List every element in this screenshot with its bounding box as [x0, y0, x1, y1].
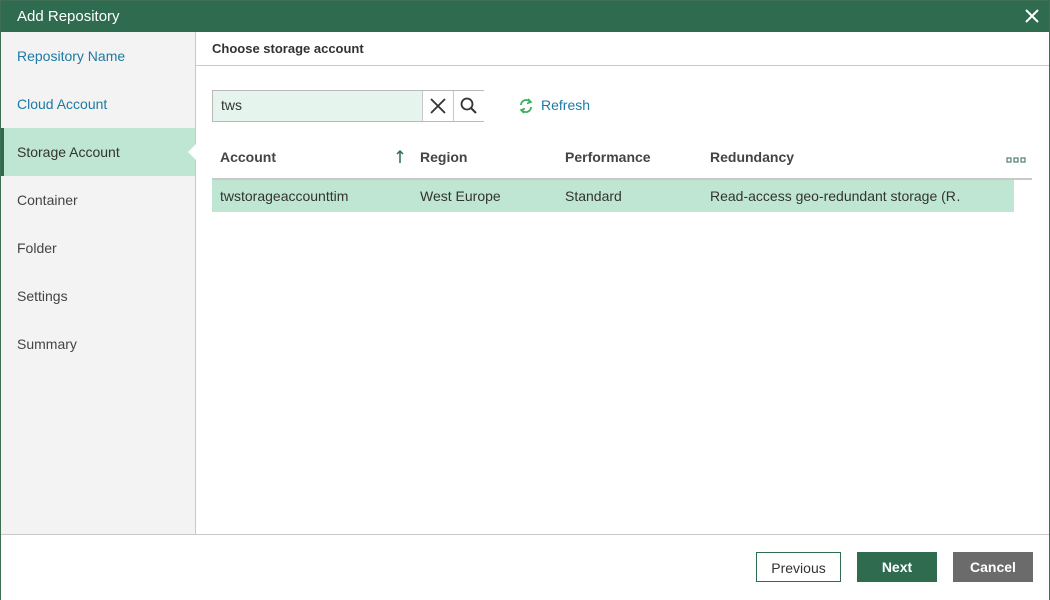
sort-ascending-icon [395, 149, 405, 168]
step-summary: Summary [1, 320, 195, 368]
window-title: Add Repository [17, 8, 120, 25]
close-icon[interactable] [1021, 5, 1043, 27]
column-header-performance[interactable]: Performance [565, 136, 705, 178]
refresh-label: Refresh [541, 97, 591, 113]
step-label: Cloud Account [17, 96, 108, 112]
column-header-redundancy[interactable]: Redundancy [710, 136, 960, 178]
main-content: Choose storage account tws Refresh Accou… [196, 32, 1049, 534]
step-settings: Settings [1, 272, 195, 320]
step-storage-account[interactable]: Storage Account [1, 128, 196, 176]
previous-button[interactable]: Previous [756, 552, 841, 582]
table-row[interactable]: twstorageaccounttim West Europe Standard… [212, 180, 1014, 212]
search-box [212, 90, 484, 122]
clear-search-button[interactable] [422, 91, 453, 121]
search-icon [460, 97, 477, 114]
cell-performance: Standard [565, 188, 622, 204]
step-label: Settings [17, 288, 68, 304]
refresh-icon [519, 98, 533, 114]
storage-accounts-table: Account Region Performance Redundancy tw… [212, 136, 1032, 212]
cancel-button[interactable]: Cancel [953, 552, 1033, 582]
dialog-footer: Previous Next Cancel [1, 534, 1049, 600]
column-chooser-icon[interactable] [1006, 153, 1026, 163]
step-folder: Folder [1, 224, 195, 272]
cell-redundancy: Read-access geo-redundant storage (R… [710, 188, 960, 204]
cell-region: West Europe [420, 188, 501, 204]
search-input[interactable] [213, 91, 429, 119]
step-container: Container [1, 176, 195, 224]
section-title: Choose storage account [212, 41, 364, 56]
close-icon [430, 98, 446, 114]
step-label: Storage Account [17, 144, 120, 160]
step-label: Repository Name [17, 48, 126, 64]
cell-account: twstorageaccounttim [220, 188, 349, 204]
next-button[interactable]: Next [857, 552, 937, 582]
step-label: Container [17, 192, 78, 208]
search-button[interactable] [453, 91, 484, 121]
step-cloud-account[interactable]: Cloud Account [1, 80, 195, 128]
step-repository-name[interactable]: Repository Name [1, 32, 195, 80]
step-label: Folder [17, 240, 57, 256]
column-header-account[interactable]: Account [220, 136, 400, 178]
section-header: Choose storage account [196, 32, 1049, 66]
add-repository-dialog: Add Repository Repository Name Cloud Acc… [0, 0, 1050, 600]
wizard-steps-sidebar: Repository Name Cloud Account Storage Ac… [1, 32, 196, 534]
title-bar: Add Repository [1, 1, 1049, 32]
table-header: Account Region Performance Redundancy [212, 136, 1032, 180]
column-header-region[interactable]: Region [420, 136, 560, 178]
step-label: Summary [17, 336, 77, 352]
